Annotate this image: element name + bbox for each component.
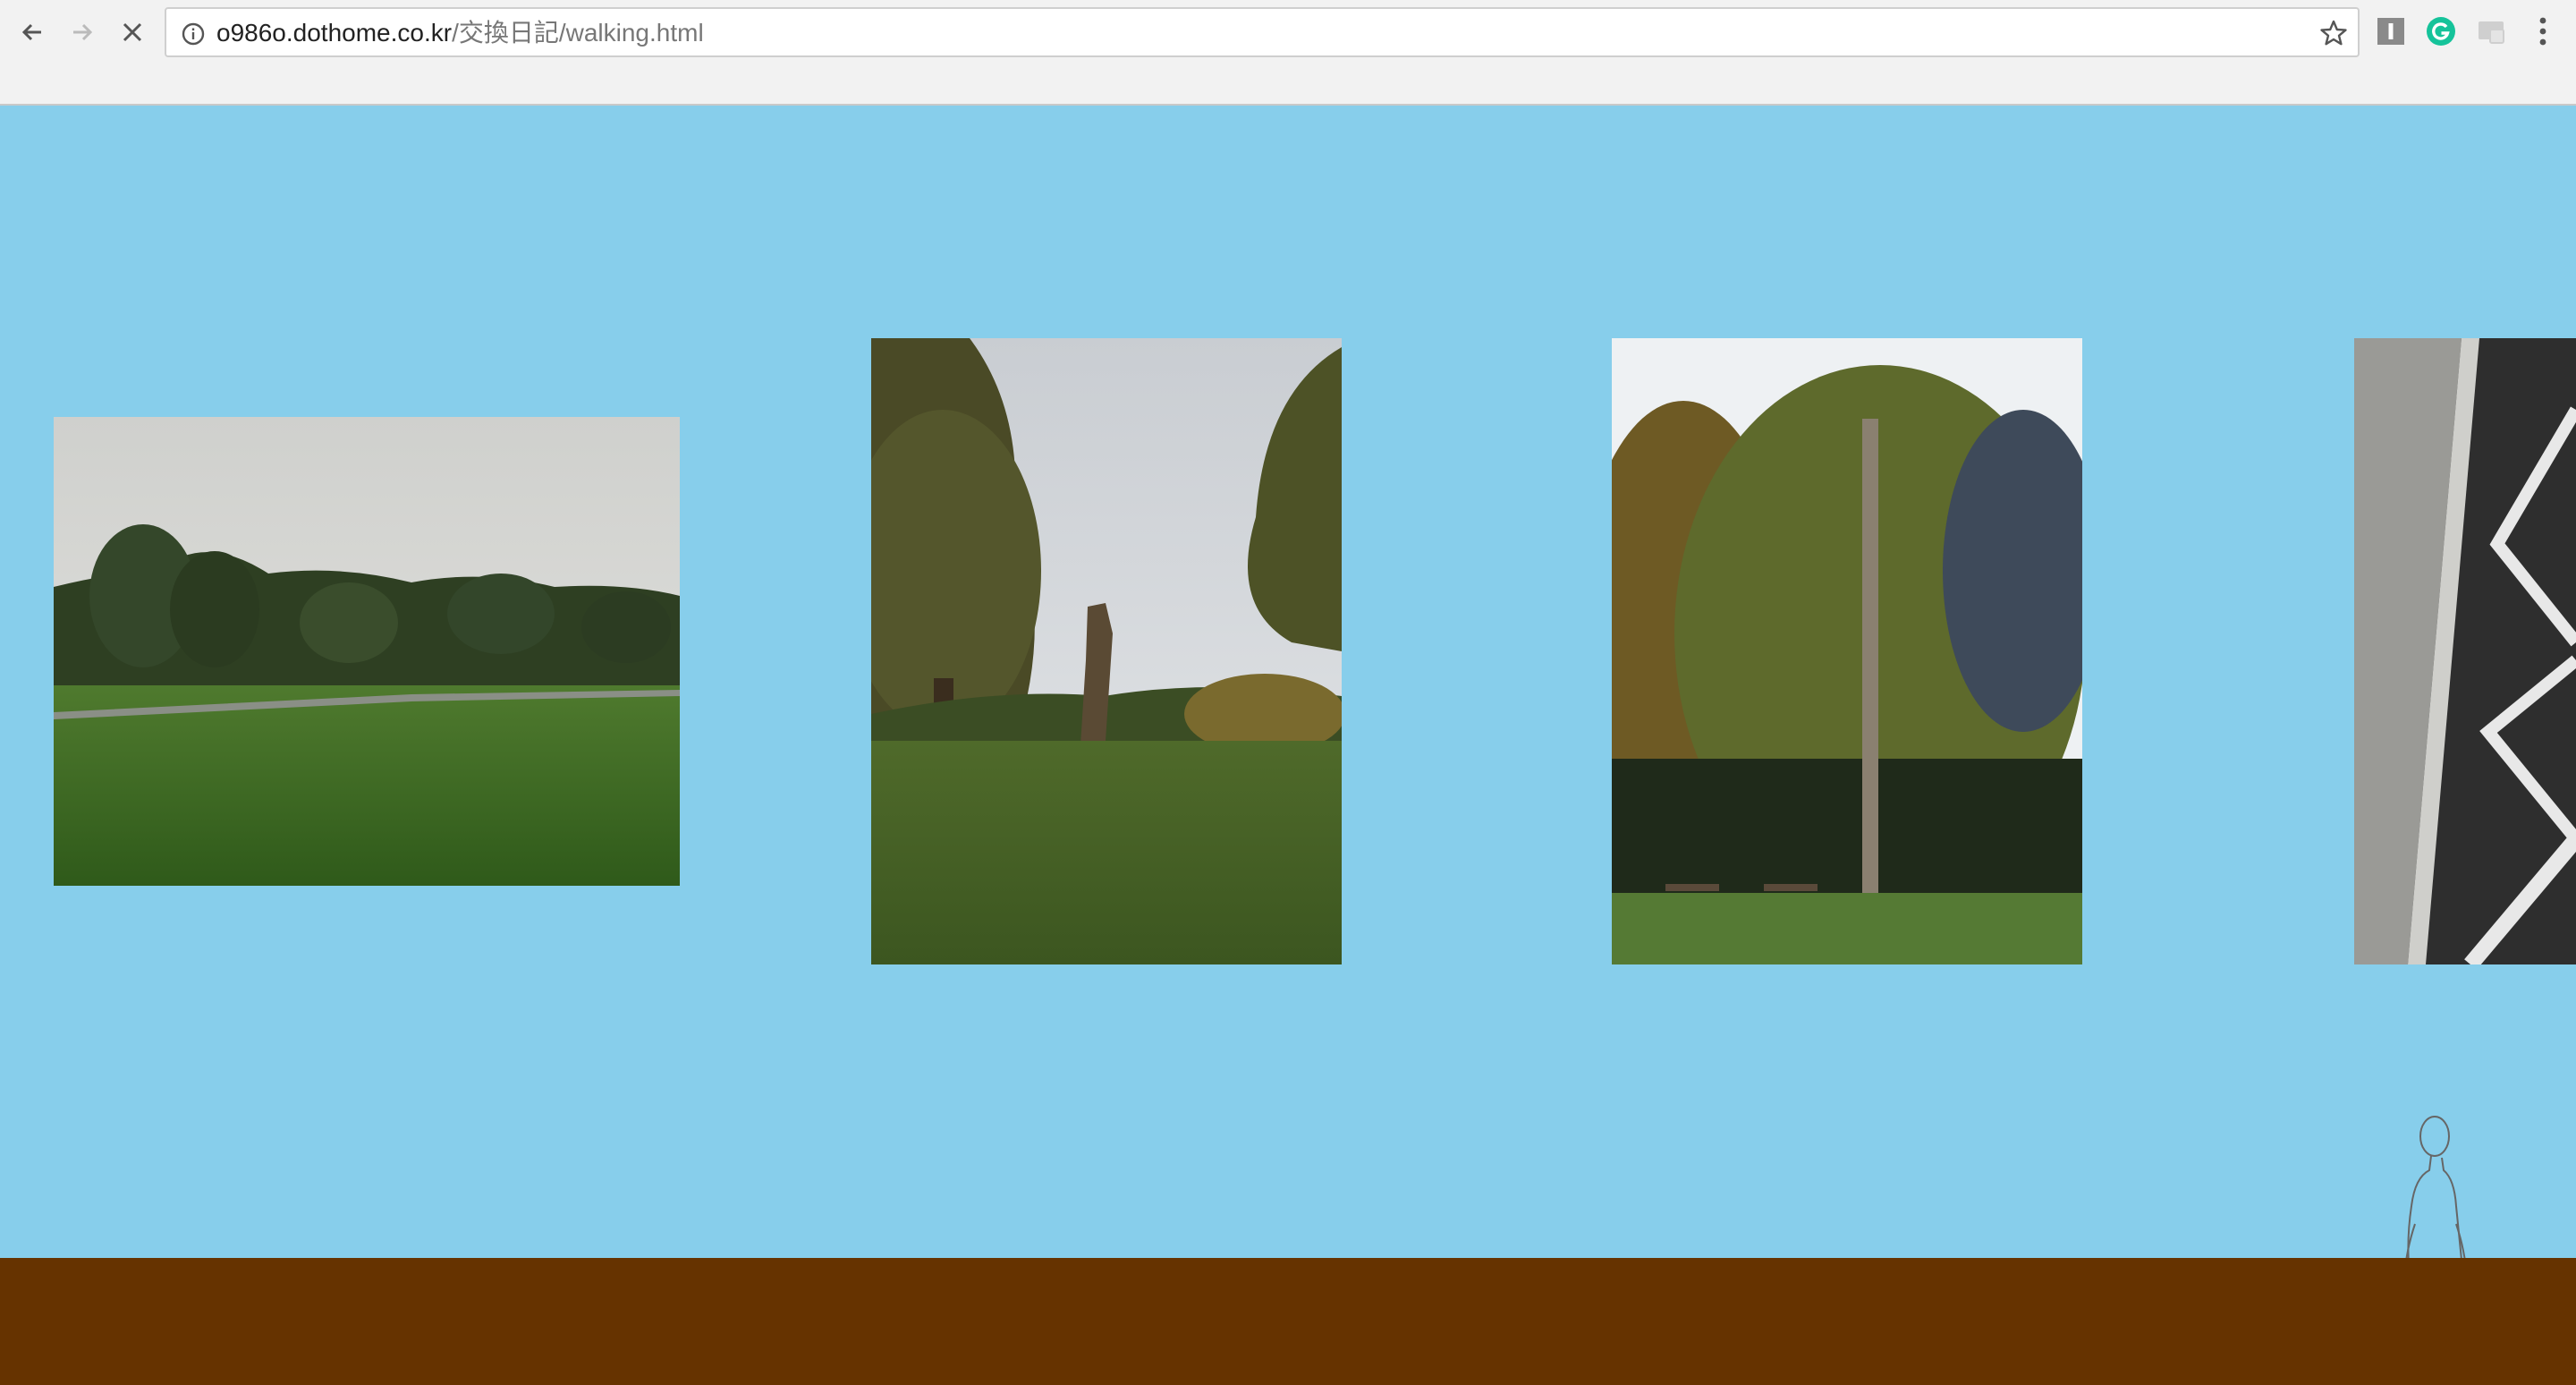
grammarly-icon[interactable] <box>2426 16 2456 47</box>
park-meadow-photo <box>54 417 680 886</box>
browser-toolbar: o986o.dothome.co.kr/交換日記/walking.html <box>0 0 2576 106</box>
url-text[interactable]: o986o.dothome.co.kr/交換日記/walking.html <box>216 19 704 47</box>
info-icon[interactable] <box>181 21 206 47</box>
tree-stump-photo <box>871 338 1342 964</box>
back-arrow-icon[interactable] <box>13 13 52 52</box>
larch-tree-photo <box>1612 338 2082 964</box>
stop-loading-icon[interactable] <box>113 13 152 52</box>
walking-scene <box>0 107 2576 1385</box>
forward-arrow-icon[interactable] <box>63 13 102 52</box>
soil-strip <box>0 1258 2576 1385</box>
bookmark-star-icon[interactable] <box>2318 18 2349 48</box>
road-markings-photo <box>2354 338 2576 964</box>
menu-dots-icon[interactable] <box>2528 16 2558 47</box>
cast-icon[interactable] <box>2476 16 2506 47</box>
instapaper-icon[interactable] <box>2376 16 2406 47</box>
url-path: /交換日記/walking.html <box>452 19 704 47</box>
url-host: o986o.dothome.co.kr <box>216 19 453 47</box>
address-bar[interactable]: o986o.dothome.co.kr/交換日記/walking.html <box>165 7 2360 57</box>
